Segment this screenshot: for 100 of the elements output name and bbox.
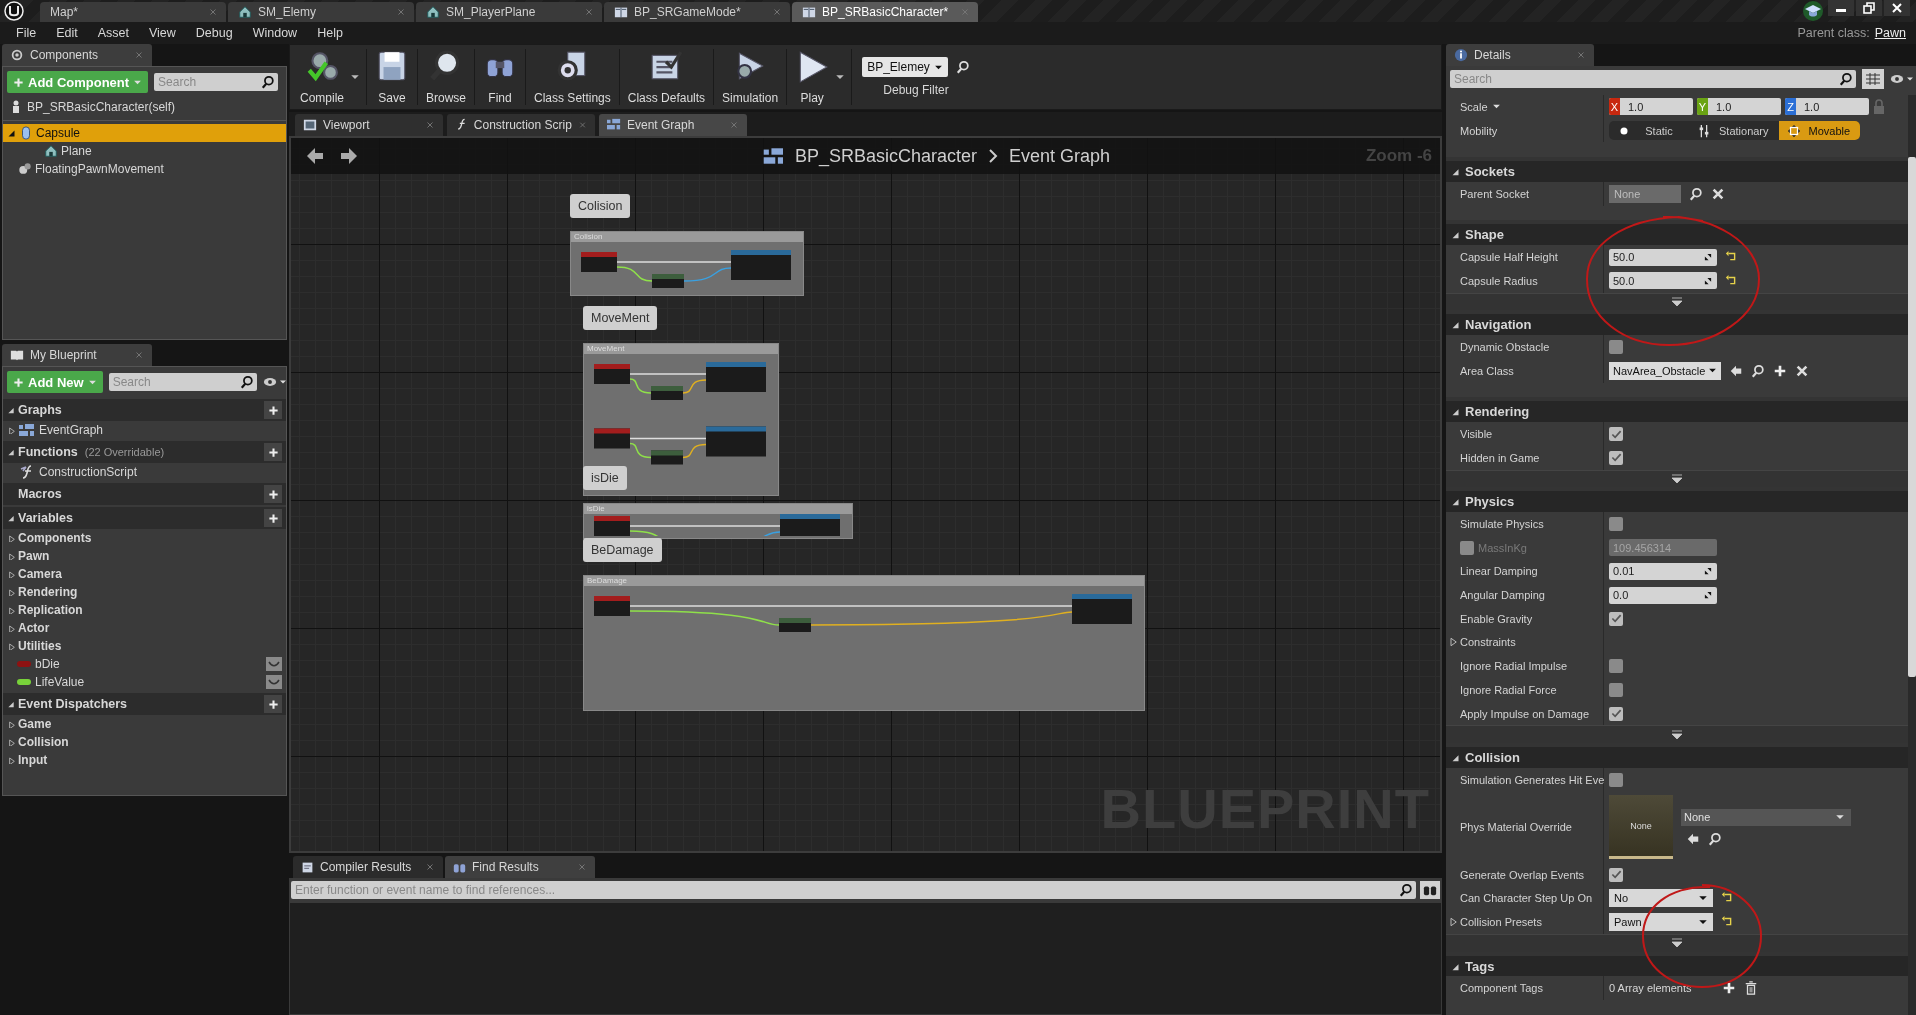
panel-tab[interactable]: Compiler Results — [293, 856, 443, 878]
category-header[interactable]: Shape — [1446, 220, 1908, 246]
expand-arrow-icon[interactable] — [7, 426, 15, 434]
tutorial-cap-icon[interactable] — [1800, 0, 1826, 22]
toolbar-button[interactable]: Browse — [420, 47, 473, 107]
search-icon[interactable] — [1751, 363, 1766, 378]
advanced-toggle-icon[interactable] — [1671, 297, 1683, 308]
section-header[interactable]: Macros — [3, 483, 286, 505]
find-in-all-blueprints-button[interactable] — [1420, 881, 1440, 899]
graph-node[interactable] — [594, 364, 630, 384]
menu-item[interactable]: Help — [307, 26, 353, 40]
panel-tab[interactable]: Find Results — [445, 856, 595, 878]
category-item[interactable]: Pawn — [3, 547, 286, 565]
number-field[interactable]: 50.0 — [1609, 248, 1717, 266]
advanced-toggle-icon[interactable] — [1671, 473, 1683, 484]
category-header[interactable]: Tags — [1446, 951, 1908, 977]
comment-bubble[interactable]: BeDamage — [583, 538, 662, 562]
back-arrow-icon[interactable] — [305, 146, 325, 166]
checkbox[interactable] — [1609, 867, 1623, 882]
category-item[interactable]: Rendering — [3, 583, 286, 601]
graph-node[interactable] — [706, 362, 766, 392]
graph-node[interactable] — [731, 250, 791, 280]
class-dropdown[interactable]: NavArea_Obstacle — [1609, 361, 1722, 380]
property-matrix-button[interactable] — [1862, 69, 1884, 89]
panel-tab[interactable]: Components — [2, 44, 152, 66]
section-header[interactable]: Variables — [3, 507, 286, 529]
category-item[interactable]: Replication — [3, 601, 286, 619]
expand-arrow-icon[interactable] — [1448, 636, 1457, 649]
view-options-button[interactable] — [1890, 74, 1914, 84]
expand-arrow-icon[interactable] — [1448, 916, 1457, 929]
expand-arrow-icon[interactable] — [1451, 407, 1460, 417]
category-header[interactable]: Physics — [1446, 487, 1908, 513]
section-header[interactable]: Event Dispatchers — [3, 693, 286, 715]
graph-node[interactable] — [594, 428, 630, 449]
expand-arrow-icon[interactable] — [1451, 320, 1460, 330]
plus-icon[interactable] — [1773, 363, 1788, 378]
document-tab[interactable]: SM_PlayerPlane — [416, 2, 602, 22]
checkbox[interactable] — [1609, 611, 1623, 626]
debug-filter-dropdown[interactable]: BP_Elemey — [862, 57, 948, 77]
menu-item[interactable]: Edit — [46, 26, 88, 40]
category-item[interactable]: Utilities — [3, 637, 286, 655]
mobility-option[interactable]: Movable — [1778, 121, 1861, 141]
graph-node[interactable] — [1072, 594, 1132, 624]
category-header[interactable]: Collision — [1446, 743, 1908, 768]
number-field[interactable]: 0.0 — [1609, 586, 1717, 604]
expand-arrow-icon[interactable] — [7, 128, 16, 138]
breadcrumb-link[interactable]: BP_SRBasicCharacter — [795, 145, 978, 167]
toolbar-button[interactable]: Class Settings — [528, 47, 617, 107]
editor-tab[interactable]: Event Graph — [599, 114, 747, 136]
menu-item[interactable]: View — [138, 26, 186, 40]
search-icon[interactable] — [1689, 186, 1703, 201]
graph-node[interactable] — [581, 252, 617, 272]
toolbar-button[interactable]: Play — [789, 47, 836, 107]
expand-arrow-icon[interactable] — [7, 570, 15, 578]
checkbox[interactable] — [1609, 682, 1623, 697]
toolbar-button[interactable]: Simulation — [716, 47, 785, 107]
graph-node[interactable] — [779, 618, 811, 632]
mobility-option[interactable]: Stationary — [1689, 121, 1779, 141]
graph-node[interactable] — [652, 274, 684, 288]
graph-node[interactable] — [651, 450, 683, 465]
trash-icon[interactable] — [1743, 981, 1758, 996]
toolbar-button[interactable]: Class Defaults — [621, 47, 712, 107]
document-tab[interactable]: Map* — [40, 2, 226, 22]
expand-arrow-icon[interactable] — [7, 738, 15, 746]
add-button[interactable] — [264, 695, 282, 713]
expand-arrow-icon[interactable] — [1451, 497, 1460, 507]
variable-item[interactable]: LifeValue — [3, 673, 286, 691]
toolbar-button[interactable]: Compile — [294, 47, 350, 107]
toolbar-button[interactable]: Save — [369, 47, 415, 107]
checkbox[interactable] — [1609, 659, 1623, 674]
expand-arrow-icon[interactable] — [7, 534, 15, 542]
advanced-toggle-icon[interactable] — [1671, 729, 1683, 740]
document-tab[interactable]: BP_SRBasicCharacter* — [792, 2, 978, 22]
material-thumbnail[interactable]: None — [1609, 795, 1673, 860]
section-header[interactable]: Graphs — [3, 399, 286, 421]
expand-arrow-icon[interactable] — [1451, 167, 1460, 177]
breadcrumb-link[interactable]: Event Graph — [1009, 145, 1111, 167]
graph-node[interactable] — [780, 514, 840, 536]
number-field[interactable]: Z 1.0 — [1785, 98, 1869, 116]
expand-arrow-icon[interactable] — [7, 700, 15, 708]
menu-item[interactable]: File — [6, 26, 47, 40]
variable-item[interactable]: bDie — [3, 655, 286, 673]
expand-arrow-icon[interactable] — [1451, 753, 1460, 763]
component-item[interactable]: Capsule — [3, 124, 286, 142]
add-button[interactable] — [264, 485, 282, 503]
checkbox[interactable] — [1460, 540, 1474, 555]
menu-item[interactable]: Window — [242, 26, 308, 40]
checkbox[interactable] — [1609, 427, 1623, 441]
comment-bubble[interactable]: Colision — [570, 194, 631, 218]
advanced-toggle-icon[interactable] — [1671, 938, 1683, 949]
restore-icon[interactable] — [1863, 2, 1875, 14]
graph-node[interactable] — [594, 596, 630, 616]
dropdown[interactable]: Pawn — [1609, 913, 1713, 932]
search-field[interactable]: Search — [108, 373, 257, 391]
document-tab[interactable]: SM_Elemy — [228, 2, 414, 22]
left-arrow-icon[interactable] — [1729, 363, 1744, 378]
checkbox[interactable] — [1609, 706, 1623, 721]
expand-arrow-icon[interactable] — [7, 642, 15, 650]
expand-arrow-icon[interactable] — [1451, 230, 1460, 240]
parent-class-link[interactable]: Pawn — [1874, 26, 1906, 40]
